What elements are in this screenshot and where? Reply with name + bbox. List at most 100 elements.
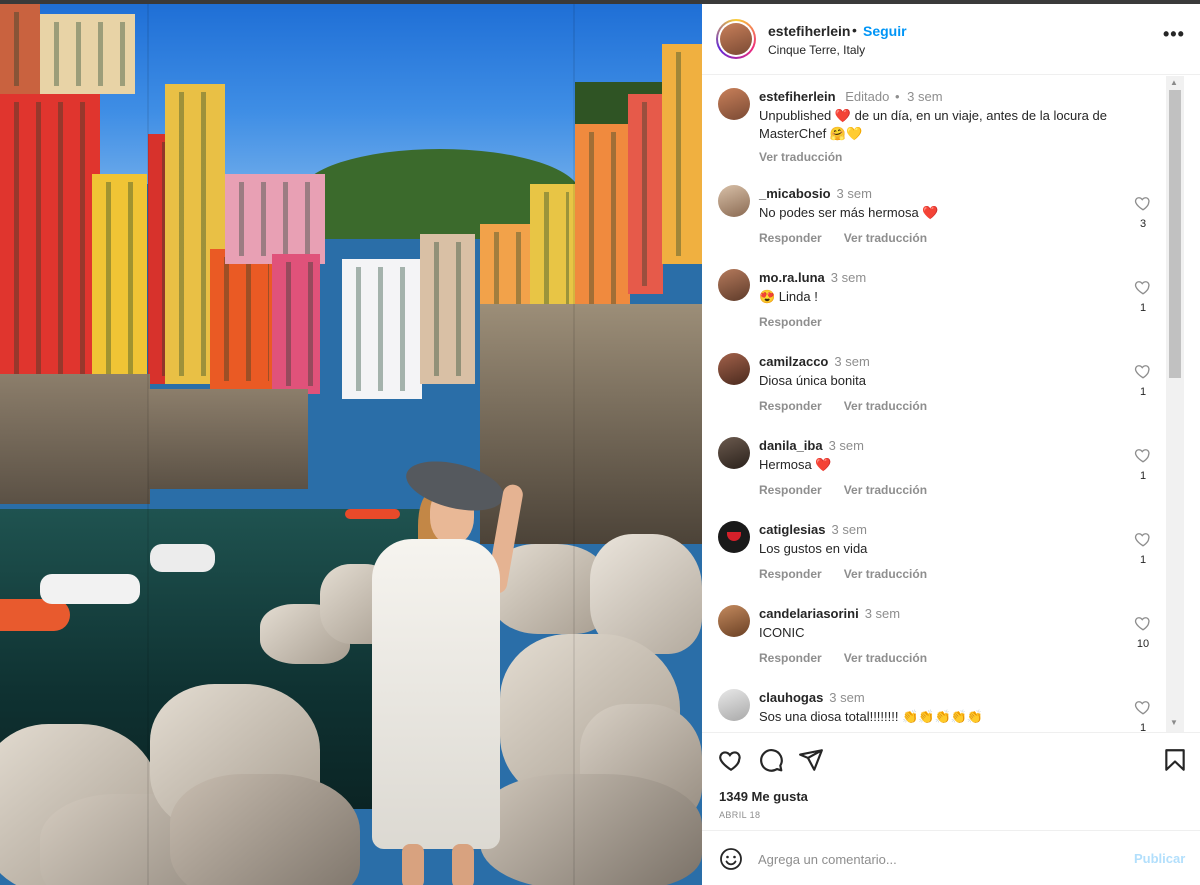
photo-building	[628, 94, 663, 294]
caption-dot: •	[894, 89, 900, 104]
photo-building	[575, 124, 630, 324]
photo-building	[225, 174, 325, 264]
photo-building	[420, 234, 475, 384]
scroll-down-icon[interactable]: ▼	[1170, 718, 1178, 727]
avatar[interactable]	[718, 353, 750, 385]
photo-seam	[573, 4, 575, 885]
photo-building	[272, 254, 320, 394]
comment-time: 3 sem	[830, 270, 867, 285]
photo-stone-wall	[148, 389, 308, 489]
avatar[interactable]	[718, 689, 750, 721]
bookmark-icon[interactable]	[1162, 747, 1188, 773]
likes-count[interactable]: 1349 Me gusta	[719, 789, 808, 804]
photo-building	[92, 174, 147, 394]
comment-username[interactable]: mo.ra.luna	[759, 270, 825, 285]
post-location[interactable]: Cinque Terre, Italy	[768, 43, 865, 57]
comment-icon[interactable]	[758, 747, 784, 773]
translate-link[interactable]: Ver traducción	[759, 150, 842, 164]
avatar[interactable]	[718, 437, 750, 469]
post-action-bar: 1349 Me gusta ABRIL 18	[702, 732, 1200, 830]
comment-like-count: 1	[1139, 554, 1147, 566]
post-side-panel: estefiherlein • Seguir Cinque Terre, Ita…	[702, 4, 1200, 885]
comment-like-count: 1	[1139, 302, 1147, 314]
photo-building	[0, 4, 40, 94]
post-photo[interactable]	[0, 4, 702, 885]
post-date: ABRIL 18	[719, 810, 761, 820]
comments-list: estefiherlein Editado • 3 sem Unpublishe…	[702, 76, 1182, 732]
scroll-up-icon[interactable]: ▲	[1170, 78, 1178, 87]
comment-username[interactable]: camilzacco	[759, 354, 828, 369]
comment-like-count: 1	[1139, 386, 1147, 398]
comment-time: 3 sem	[836, 186, 872, 201]
comment-text: 😍 Linda !	[759, 289, 818, 304]
heart-icon[interactable]	[718, 747, 744, 773]
heart-icon[interactable]	[1134, 194, 1152, 212]
comment-time: 3 sem	[828, 438, 864, 453]
caption-text: Unpublished ❤️ de un día, en un viaje, a…	[759, 108, 1107, 141]
comment-like-count: 1	[1139, 722, 1147, 732]
header-separator: •	[852, 22, 857, 38]
comment-username[interactable]: _micabosio	[759, 186, 831, 201]
comments-scrollbar[interactable]: ▲ ▼	[1166, 76, 1184, 732]
heart-icon[interactable]	[1134, 698, 1152, 716]
comment-like-count: 1	[1139, 470, 1147, 482]
translate-link[interactable]: Ver traducción	[844, 231, 927, 245]
translate-link[interactable]: Ver traducción	[844, 399, 927, 413]
comment-text: Sos una diosa total!!!!!!!! 👏👏👏👏👏	[759, 709, 984, 724]
photo-rocks	[0, 524, 702, 885]
comment-username[interactable]: danila_iba	[759, 438, 823, 453]
caption-edited: Editado	[845, 89, 890, 104]
reply-link[interactable]: Responder	[759, 231, 822, 245]
photo-stone-wall	[0, 374, 150, 504]
comment-username[interactable]: clauhogas	[759, 690, 823, 705]
translate-link[interactable]: Ver traducción	[844, 483, 927, 497]
comment-time: 3 sem	[834, 354, 870, 369]
heart-icon[interactable]	[1134, 278, 1152, 296]
reply-link[interactable]: Responder	[759, 483, 822, 497]
comment-text: Los gustos en vida	[759, 541, 868, 556]
comment-text: Diosa única bonita	[759, 373, 866, 388]
photo-building	[342, 259, 422, 399]
caption-username[interactable]: estefiherlein	[759, 89, 836, 104]
photo-building	[662, 44, 702, 264]
comment-username[interactable]: catiglesias	[759, 522, 826, 537]
author-username[interactable]: estefiherlein	[768, 23, 850, 39]
publish-button[interactable]: Publicar	[1134, 851, 1185, 866]
send-icon[interactable]	[798, 747, 824, 773]
reply-link[interactable]: Responder	[759, 651, 822, 665]
comment-time: 3 sem	[864, 606, 901, 621]
reply-link[interactable]: Responder	[759, 399, 822, 413]
translate-link[interactable]: Ver traducción	[844, 651, 927, 665]
avatar[interactable]	[718, 269, 750, 301]
author-avatar[interactable]	[716, 19, 756, 59]
avatar[interactable]	[718, 185, 750, 217]
photo-building	[210, 249, 275, 389]
comment-like-count: 3	[1139, 218, 1147, 230]
heart-icon[interactable]	[1134, 362, 1152, 380]
comment-text: No podes ser más hermosa ❤️	[759, 205, 939, 220]
smiley-icon[interactable]	[719, 847, 743, 871]
heart-icon[interactable]	[1134, 530, 1152, 548]
heart-icon[interactable]	[1134, 446, 1152, 464]
heart-icon[interactable]	[1134, 614, 1152, 632]
comment-time: 3 sem	[829, 690, 865, 705]
photo-building	[0, 94, 100, 384]
reply-link[interactable]: Responder	[759, 567, 822, 581]
post-header: estefiherlein • Seguir Cinque Terre, Ita…	[702, 4, 1200, 75]
comment-text: Hermosa ❤️	[759, 457, 832, 472]
avatar[interactable]	[718, 605, 750, 637]
comment-text: ICONIC	[759, 625, 805, 640]
avatar[interactable]	[718, 88, 750, 120]
more-options-icon[interactable]: •••	[1163, 24, 1185, 45]
follow-button[interactable]: Seguir	[863, 23, 907, 39]
photo-woman	[360, 452, 525, 885]
comment-username[interactable]: candelariasorini	[759, 606, 859, 621]
photo-seam	[147, 4, 149, 885]
comment-input[interactable]	[758, 847, 1108, 871]
reply-link[interactable]: Responder	[759, 315, 822, 329]
avatar[interactable]	[718, 521, 750, 553]
photo-building	[40, 14, 135, 94]
translate-link[interactable]: Ver traducción	[844, 567, 927, 581]
scrollbar-thumb[interactable]	[1169, 90, 1181, 378]
comment-composer: Publicar	[702, 830, 1200, 885]
